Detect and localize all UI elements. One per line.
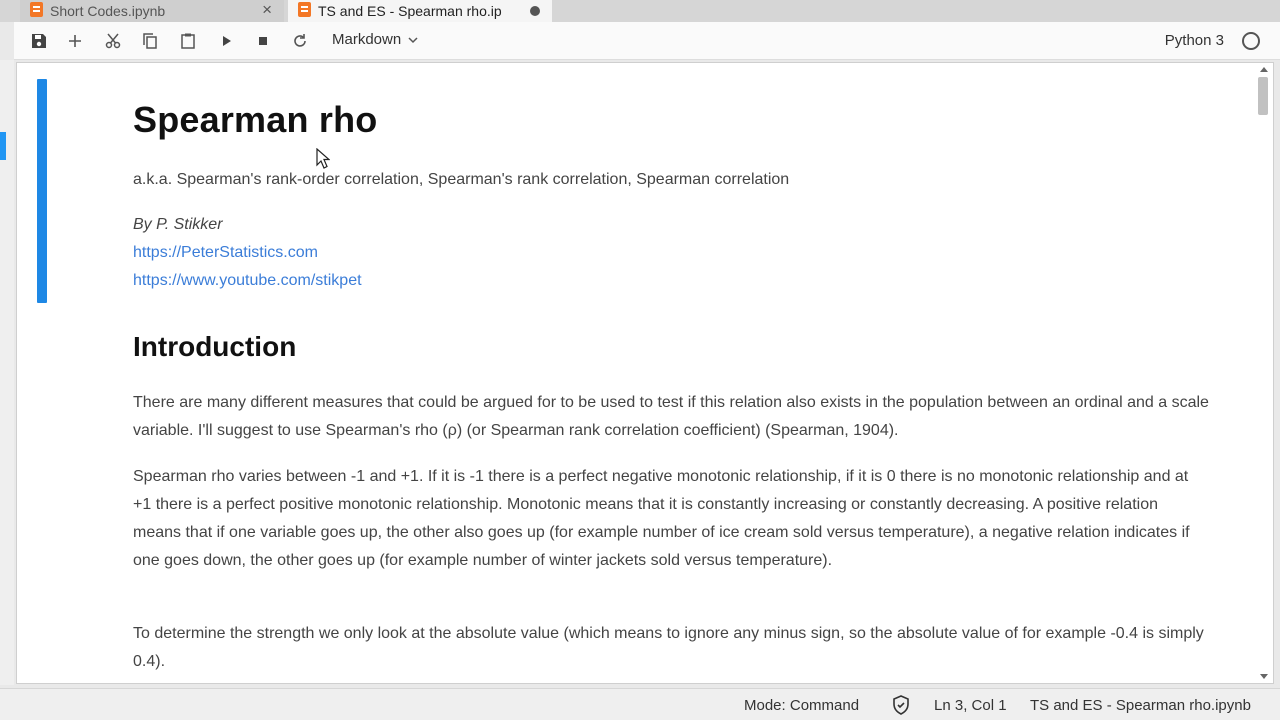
aka-text: a.k.a. Spearman's rank-order correlation…	[133, 171, 790, 188]
cell-type-label: Markdown	[332, 31, 402, 48]
paragraph: There are many different measures that c…	[133, 394, 1209, 439]
author-text: By P. Stikker	[133, 216, 223, 233]
close-icon[interactable]: ×	[262, 0, 272, 20]
notebook-icon	[298, 2, 311, 17]
stop-icon	[259, 37, 267, 45]
link-youtube[interactable]: https://www.youtube.com/stikpet	[133, 272, 362, 290]
paragraph: Spearman rho varies between -1 and +1. I…	[133, 468, 1190, 569]
status-bar: Mode: Command Ln 3, Col 1 TS and ES - Sp…	[0, 688, 1280, 720]
paste-button[interactable]	[177, 30, 199, 52]
copy-icon	[143, 33, 157, 49]
vertical-scrollbar[interactable]	[1257, 63, 1269, 683]
plus-icon	[69, 35, 81, 47]
stop-button[interactable]	[252, 30, 274, 52]
active-cell-indicator[interactable]	[37, 79, 47, 303]
add-cell-button[interactable]	[64, 30, 86, 52]
notebook-toolbar: Markdown Python 3	[14, 22, 1280, 60]
tab-bar: Short Codes.ipynb × TS and ES - Spearman…	[0, 0, 1280, 22]
tab-label: Short Codes.ipynb	[50, 3, 166, 19]
link-peterstatistics[interactable]: https://PeterStatistics.com	[133, 244, 318, 262]
section-heading-introduction: Introduction	[133, 331, 297, 362]
unsaved-dot-icon[interactable]	[530, 6, 540, 16]
notebook-panel: Spearman rho a.k.a. Spearman's rank-orde…	[16, 62, 1274, 684]
sidebar-active-marker	[0, 132, 6, 160]
cut-button[interactable]	[102, 30, 124, 52]
scroll-thumb[interactable]	[1258, 77, 1268, 115]
status-file-name: TS and ES - Spearman rho.ipynb	[1030, 697, 1251, 714]
mouse-cursor-icon	[316, 148, 330, 169]
cell-type-select[interactable]: Markdown	[332, 31, 419, 48]
cursor-position[interactable]: Ln 3, Col 1	[934, 697, 1007, 714]
run-button[interactable]	[215, 30, 237, 52]
save-icon	[32, 34, 46, 48]
kernel-name[interactable]: Python 3	[1165, 32, 1224, 49]
save-button[interactable]	[28, 30, 50, 52]
circle-icon	[1242, 32, 1260, 50]
paragraph: To determine the strength we only look a…	[133, 625, 1204, 670]
chevron-down-icon	[408, 36, 418, 43]
scroll-down-icon[interactable]	[1260, 674, 1268, 679]
tab-label: TS and ES - Spearman rho.ip	[318, 3, 502, 19]
play-icon	[223, 36, 231, 46]
notebook-icon	[30, 2, 43, 17]
page-title: Spearman rho	[133, 99, 378, 140]
tab-short-codes[interactable]: Short Codes.ipynb ×	[20, 0, 284, 22]
shield-icon[interactable]	[892, 695, 910, 715]
copy-button[interactable]	[139, 30, 161, 52]
refresh-icon	[294, 34, 306, 47]
scissors-icon	[105, 33, 121, 49]
tab-spearman-rho[interactable]: TS and ES - Spearman rho.ip	[288, 0, 552, 22]
scroll-up-icon[interactable]	[1260, 67, 1268, 72]
mode-indicator[interactable]: Mode: Command	[744, 697, 859, 714]
clipboard-icon	[181, 33, 195, 49]
restart-button[interactable]	[289, 30, 311, 52]
